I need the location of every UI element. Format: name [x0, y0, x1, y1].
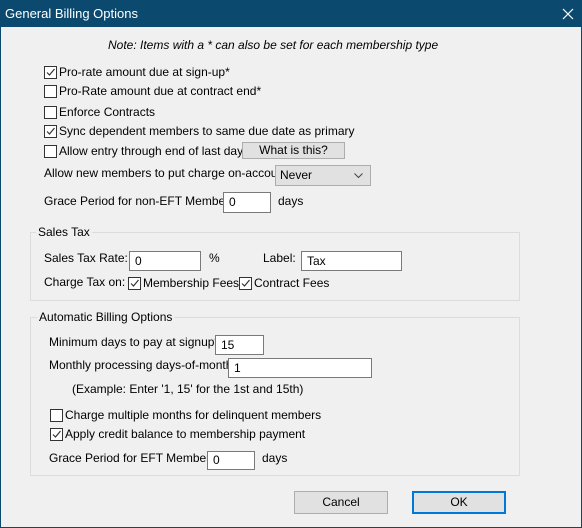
checkmark-icon	[46, 68, 55, 76]
close-button[interactable]	[554, 1, 581, 27]
sync-dependent-members-label[interactable]: Sync dependent members to same due date …	[59, 124, 355, 138]
monthly-processing-label: Monthly processing days-of-month:	[49, 358, 236, 372]
grace-non-eft-input[interactable]: 0	[223, 192, 271, 213]
automatic-billing-legend: Automatic Billing Options	[37, 310, 175, 324]
allow-entry-last-day-label[interactable]: Allow entry through end of last day	[59, 144, 243, 158]
checkmark-icon	[241, 279, 250, 287]
grace-eft-label: Grace Period for EFT Members:	[49, 451, 220, 465]
tax-label-input[interactable]: Tax	[301, 251, 402, 271]
membership-fees-label[interactable]: Membership Fees	[143, 276, 239, 290]
contract-fees-label[interactable]: Contract Fees	[254, 276, 329, 290]
grace-eft-input[interactable]: 0	[207, 451, 255, 470]
general-billing-options-dialog: General Billing Options Note: Items with…	[0, 0, 582, 528]
sales-tax-rate-input[interactable]: 0	[129, 251, 201, 271]
chevron-down-icon	[354, 173, 363, 179]
pro-rate-contract-end-checkbox[interactable]	[44, 85, 57, 98]
window-title: General Billing Options	[5, 6, 138, 21]
sync-dependent-members-checkbox[interactable]	[44, 125, 57, 138]
checkmark-icon	[52, 430, 61, 438]
title-bar: General Billing Options	[1, 1, 581, 27]
pro-rate-signup-label[interactable]: Pro-rate amount due at sign-up*	[59, 65, 230, 79]
cancel-button[interactable]: Cancel	[294, 491, 388, 514]
tax-label-label: Label:	[263, 251, 296, 265]
allow-entry-last-day-checkbox[interactable]	[44, 145, 57, 158]
charge-multiple-months-label[interactable]: Charge multiple months for delinquent me…	[65, 408, 321, 422]
ok-button[interactable]: OK	[412, 491, 506, 514]
charge-tax-on-label: Charge Tax on:	[44, 275, 126, 289]
what-is-this-button[interactable]: What is this?	[242, 142, 345, 159]
close-icon	[562, 8, 573, 20]
pro-rate-contract-end-label[interactable]: Pro-Rate amount due at contract end*	[59, 84, 261, 98]
sales-tax-group	[30, 232, 520, 301]
checkmark-icon	[46, 127, 55, 135]
apply-credit-balance-label[interactable]: Apply credit balance to membership payme…	[65, 427, 305, 441]
min-days-input[interactable]: 15	[215, 335, 264, 355]
enforce-contracts-label[interactable]: Enforce Contracts	[59, 105, 155, 119]
membership-fees-checkbox[interactable]	[128, 277, 141, 290]
grace-non-eft-label: Grace Period for non-EFT Members:	[44, 194, 239, 208]
min-days-label: Minimum days to pay at signup*:	[49, 335, 223, 349]
on-account-value: Never	[280, 168, 313, 182]
contract-fees-checkbox[interactable]	[239, 277, 252, 290]
grace-eft-unit: days	[262, 451, 288, 465]
sales-tax-rate-unit: %	[209, 251, 220, 265]
apply-credit-balance-checkbox[interactable]	[50, 428, 63, 441]
on-account-select[interactable]: Never	[275, 165, 371, 186]
note-text: Note: Items with a * can also be set for…	[108, 38, 439, 52]
pro-rate-signup-checkbox[interactable]	[44, 66, 57, 79]
sales-tax-legend: Sales Tax	[36, 225, 92, 239]
checkmark-icon	[130, 279, 139, 287]
sales-tax-rate-label: Sales Tax Rate:	[44, 251, 128, 265]
enforce-contracts-checkbox[interactable]	[44, 106, 57, 119]
monthly-processing-input[interactable]: 1	[228, 358, 372, 378]
grace-non-eft-unit: days	[278, 194, 304, 208]
on-account-label: Allow new members to put charge on-accou…	[44, 166, 291, 180]
monthly-example-text: (Example: Enter '1, 15' for the 1st and …	[72, 382, 304, 396]
charge-multiple-months-checkbox[interactable]	[50, 409, 63, 422]
